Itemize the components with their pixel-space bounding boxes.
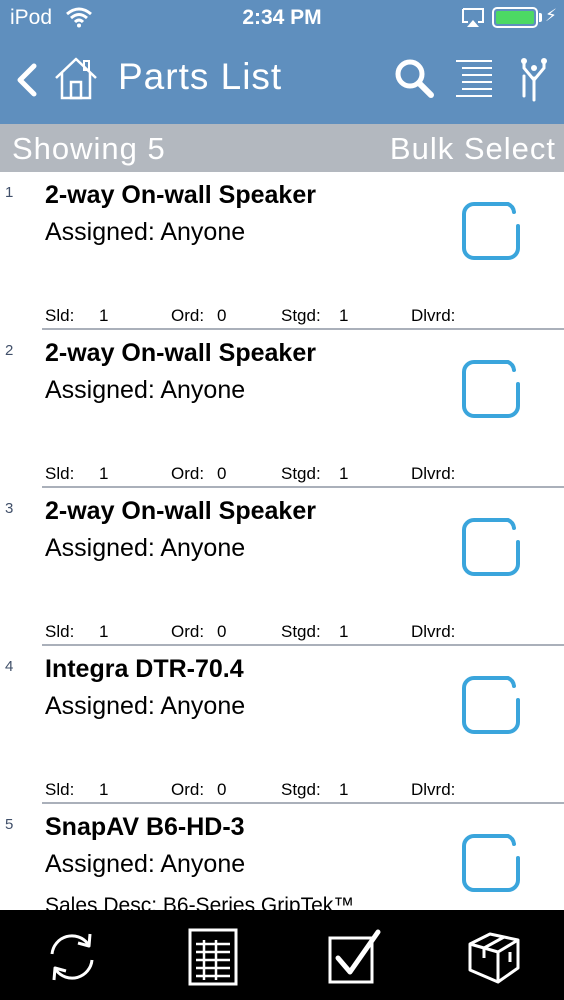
item-assigned: Assigned: Anyone [45, 218, 246, 246]
checkbox-icon [462, 360, 520, 418]
item-name: 2-way On-wall Speaker [45, 181, 316, 209]
item-name: 2-way On-wall Speaker [45, 497, 316, 525]
item-index: 3 [5, 500, 14, 517]
ordered-value: 0 [217, 780, 227, 799]
staged-value: 1 [339, 306, 349, 325]
sold-label: Sld: [45, 464, 75, 483]
staged-label: Stgd: [281, 464, 321, 483]
item-stats: Sld: 1 Ord: 0 Stgd: 1 Dlvrd: [45, 622, 564, 642]
search-icon [395, 59, 434, 98]
staged-label: Stgd: [281, 306, 321, 325]
sold-label: Sld: [45, 306, 75, 325]
battery-tip [539, 13, 542, 22]
item-name: 2-way On-wall Speaker [45, 339, 316, 367]
staged-value: 1 [339, 622, 349, 641]
staged-label: Stgd: [281, 622, 321, 641]
tab-bar [0, 910, 564, 1000]
status-bar: iPod 2:34 PM ⚡ [0, 0, 564, 36]
list-subheader: Showing 5 Bulk Select [0, 124, 564, 172]
delivered-label: Dlvrd: [411, 780, 456, 799]
item-index: 2 [5, 342, 14, 359]
item-assigned: Assigned: Anyone [45, 850, 246, 878]
sold-value: 1 [99, 464, 109, 483]
checkbox[interactable] [458, 830, 524, 896]
item-assigned: Assigned: Anyone [45, 692, 246, 720]
item-stats: Sld: 1 Ord: 0 Stgd: 1 Dlvrd: [45, 464, 564, 484]
checkbox[interactable] [458, 672, 524, 738]
item-sales-desc: Sales Desc: B6-Series GripTek™ [45, 894, 355, 910]
home-button[interactable] [52, 54, 100, 104]
sold-value: 1 [99, 780, 109, 799]
sold-value: 1 [99, 622, 109, 641]
page-title: Parts List [118, 56, 283, 97]
delivered-label: Dlvrd: [411, 306, 456, 325]
item-assigned: Assigned: Anyone [45, 534, 246, 562]
ordered-value: 0 [217, 464, 227, 483]
item-index: 4 [5, 658, 14, 675]
item-stats: Sld: 1 Ord: 0 Stgd: 1 Dlvrd: [45, 306, 564, 326]
checkbox-icon [462, 518, 520, 576]
ordered-label: Ord: [171, 464, 205, 483]
filter-icon [521, 58, 547, 102]
back-button[interactable] [10, 58, 44, 102]
ordered-value: 0 [217, 622, 227, 641]
checkbox[interactable] [458, 356, 524, 422]
tab-report[interactable] [186, 928, 242, 986]
list-view-button[interactable] [452, 56, 496, 104]
list-item[interactable]: 1 2-way On-wall Speaker Assigned: Anyone… [0, 172, 564, 330]
item-name: SnapAV B6-HD-3 [45, 813, 245, 841]
checkbox-icon [462, 202, 520, 260]
list-item[interactable]: 2 2-way On-wall Speaker Assigned: Anyone… [0, 330, 564, 488]
airplay-icon [462, 8, 484, 33]
delivered-label: Dlvrd: [411, 464, 456, 483]
showing-count: Showing 5 [12, 131, 166, 166]
item-stats: Sld: 1 Ord: 0 Stgd: 1 Dlvrd: [45, 780, 564, 800]
package-icon [468, 932, 520, 984]
home-icon [55, 57, 97, 100]
item-name: Integra DTR-70.4 [45, 655, 244, 683]
list-item[interactable]: 4 Integra DTR-70.4 Assigned: Anyone Sld:… [0, 646, 564, 804]
checklist-icon [328, 929, 381, 984]
ordered-value: 0 [217, 306, 227, 325]
item-index: 5 [5, 816, 14, 833]
staged-value: 1 [339, 464, 349, 483]
filter-button[interactable] [512, 56, 556, 104]
sync-icon [50, 933, 94, 981]
list-icon [456, 60, 492, 97]
checkbox[interactable] [458, 514, 524, 580]
search-button[interactable] [392, 56, 436, 100]
list-item[interactable]: 5 SnapAV B6-HD-3 Assigned: Anyone Sales … [0, 804, 564, 910]
checkbox-icon [462, 676, 520, 734]
charging-bolt-icon: ⚡ [545, 6, 557, 25]
battery-icon [492, 7, 538, 28]
sold-value: 1 [99, 306, 109, 325]
report-icon [188, 928, 238, 986]
item-assigned: Assigned: Anyone [45, 376, 246, 404]
list-item[interactable]: 3 2-way On-wall Speaker Assigned: Anyone… [0, 488, 564, 646]
checkbox-icon [462, 834, 520, 892]
checkbox[interactable] [458, 198, 524, 264]
tab-package[interactable] [466, 928, 522, 986]
sold-label: Sld: [45, 622, 75, 641]
staged-label: Stgd: [281, 780, 321, 799]
delivered-label: Dlvrd: [411, 622, 456, 641]
ordered-label: Ord: [171, 780, 205, 799]
tab-sync[interactable] [44, 928, 100, 986]
bulk-select-button[interactable]: Bulk Select [390, 131, 556, 167]
staged-value: 1 [339, 780, 349, 799]
parts-list: 1 2-way On-wall Speaker Assigned: Anyone… [0, 172, 564, 910]
item-index: 1 [5, 184, 14, 201]
tab-checklist[interactable] [326, 928, 382, 986]
nav-bar: Parts List [0, 36, 564, 124]
back-chevron-icon [17, 63, 37, 97]
ordered-label: Ord: [171, 306, 205, 325]
ordered-label: Ord: [171, 622, 205, 641]
sold-label: Sld: [45, 780, 75, 799]
